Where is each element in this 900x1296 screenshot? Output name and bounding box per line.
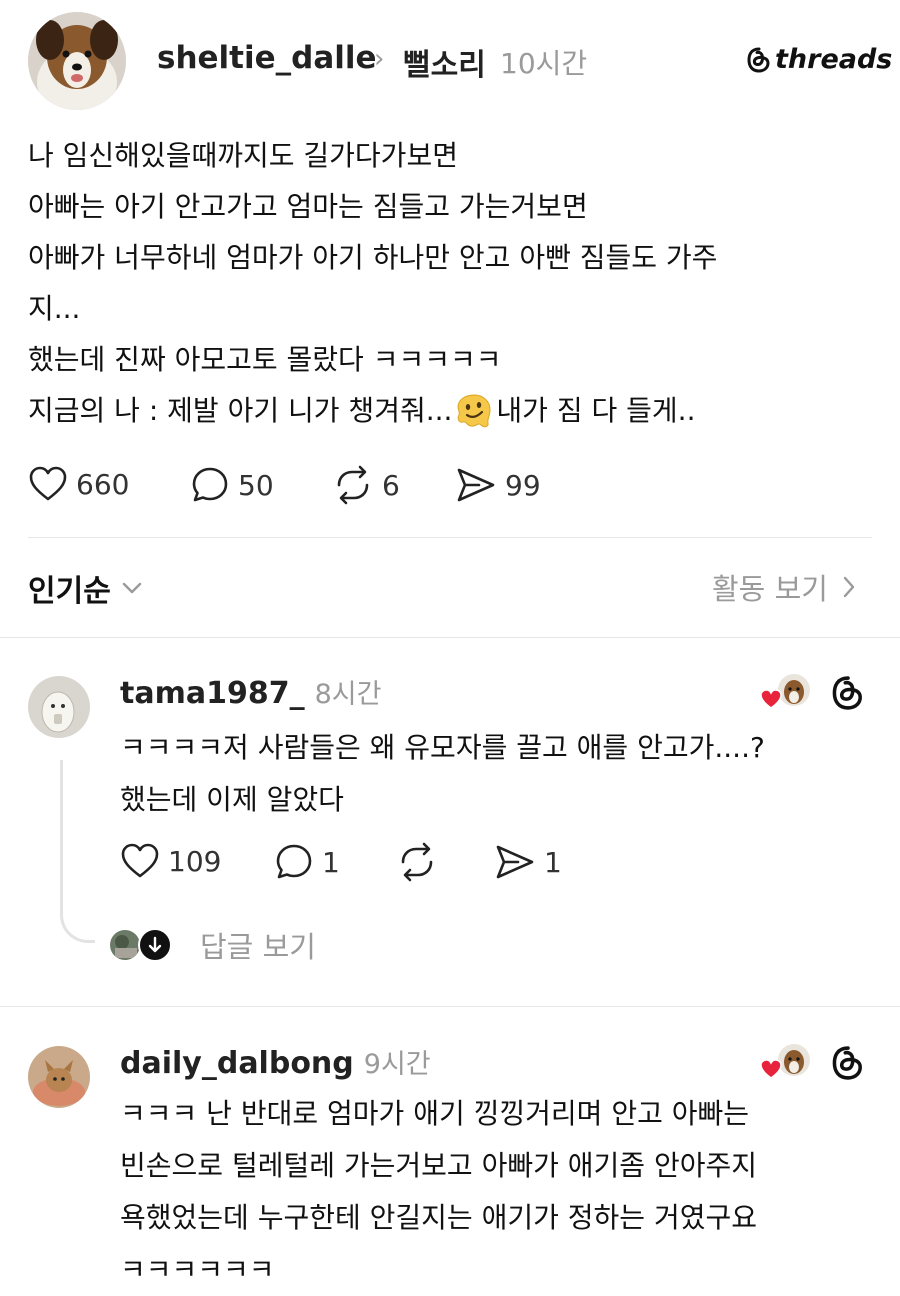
post-line: 아빠가 너무하네 엄마가 아기 하나만 안고 아빤 짐들도 가주 <box>28 241 718 274</box>
repost-icon <box>401 842 433 882</box>
comment-line: 했는데 이제 알았다 <box>120 783 344 816</box>
repost-count: 6 <box>382 468 400 502</box>
post-line: 지... <box>28 292 81 325</box>
comment-body: ㅋㅋㅋㅋ저 사람들은 왜 유모자를 끌고 애를 안고가....? 했는데 이제 … <box>120 722 765 826</box>
like-button[interactable]: 109 <box>120 842 221 880</box>
comment-avatar[interactable] <box>28 1046 90 1108</box>
share-count: 1 <box>544 845 562 879</box>
comment-time: 8시간 <box>314 679 382 710</box>
speech-bubble-icon <box>276 844 312 879</box>
view-activity-link[interactable]: 활동 보기 <box>712 566 856 608</box>
melting-face-emoji-icon <box>454 391 494 431</box>
comment-line: 욕했었는데 누구한테 안길지는 애기가 정하는 거였구요 <box>120 1201 757 1234</box>
comment-username[interactable]: tama1987_ <box>120 676 305 711</box>
view-replies-label: 답글 보기 <box>200 930 316 964</box>
post-body: 나 임신해있을때까지도 길가다가보면 아빠는 아기 안고가고 엄마는 짐들고 가… <box>28 130 868 436</box>
post-line: 아빠는 아기 안고가고 엄마는 짐들고 가는거보면 <box>28 190 588 223</box>
comment-line: 빈손으로 털레털레 가는거보고 아빠가 애기좀 안아주지 <box>120 1149 757 1182</box>
post-time: 10시간 <box>500 47 588 80</box>
share-count: 99 <box>505 468 541 502</box>
threads-logo-icon <box>747 47 770 73</box>
comment-time: 9시간 <box>363 1049 431 1080</box>
comment-button[interactable]: 1 <box>274 842 340 882</box>
like-count: 109 <box>168 844 222 878</box>
post-line-part: 지금의 나 : 제발 아기 니가 챙겨줘... <box>28 394 453 427</box>
chevron-right-icon <box>843 576 855 598</box>
comment-count: 50 <box>238 468 274 502</box>
divider <box>0 1006 900 1007</box>
comment-button[interactable]: 50 <box>190 465 274 505</box>
heart-icon <box>121 843 159 878</box>
heart-icon <box>29 466 67 501</box>
reply-avatar <box>108 928 142 962</box>
comment-line: ㅋㅋㅋㅋㅋㅋ <box>120 1253 275 1286</box>
like-button[interactable]: 660 <box>28 465 129 503</box>
threads-icon[interactable] <box>830 1044 866 1082</box>
view-replies-button[interactable]: 답글 보기 <box>108 924 316 966</box>
comment-count: 1 <box>322 845 340 879</box>
comment-header: daily_dalbong 9시간 <box>120 1042 431 1081</box>
chevron-down-icon <box>122 582 142 594</box>
post-line-part: 내가 짐 다 들게.. <box>496 394 696 427</box>
comment-body: ㅋㅋㅋ 난 반대로 엄마가 애기 낑낑거리며 안고 아빠는 빈손으로 털레털레 … <box>120 1088 757 1296</box>
comment-avatar[interactable] <box>28 676 90 738</box>
arrow-down-icon <box>138 928 172 962</box>
threads-logo: threads <box>746 44 892 75</box>
comment-username[interactable]: daily_dalbong <box>120 1046 354 1081</box>
speech-bubble-icon <box>192 467 228 502</box>
sort-dropdown[interactable]: 인기순 <box>28 566 143 610</box>
community-name[interactable]: 뻘소리 <box>403 40 486 84</box>
comment-line: ㅋㅋㅋㅋ저 사람들은 왜 유모자를 끌고 애를 안고가....? <box>120 731 765 764</box>
like-count: 660 <box>76 467 130 501</box>
comment-header: tama1987_ 8시간 <box>120 672 381 711</box>
post-author-avatar[interactable] <box>28 12 126 110</box>
post-line: 나 임신해있을때까지도 길가다가보면 <box>28 139 458 172</box>
post-line: 했는데 진짜 아모고토 몰랐다 ㅋㅋㅋㅋㅋ <box>28 343 502 376</box>
author-liked-indicator <box>760 672 812 712</box>
comment-line: ㅋㅋㅋ 난 반대로 엄마가 애기 낑낑거리며 안고 아빠는 <box>120 1097 750 1130</box>
send-icon <box>496 845 534 879</box>
thread-line <box>60 760 95 943</box>
send-icon <box>457 468 495 502</box>
threads-wordmark: threads <box>775 44 893 75</box>
share-button[interactable]: 1 <box>494 842 562 882</box>
repost-button[interactable] <box>396 842 446 882</box>
divider <box>0 637 900 638</box>
sort-label: 인기순 <box>28 574 111 609</box>
divider <box>28 537 872 538</box>
view-activity-label: 활동 보기 <box>712 572 828 606</box>
post-line: 지금의 나 : 제발 아기 니가 챙겨줘... 내가 짐 다 들게.. <box>28 385 868 436</box>
share-button[interactable]: 99 <box>455 465 541 505</box>
post-username[interactable]: sheltie_dalle <box>157 40 377 76</box>
chevron-right-icon: › <box>374 44 385 74</box>
repost-button[interactable]: 6 <box>332 465 400 505</box>
author-liked-indicator <box>760 1042 812 1082</box>
threads-icon[interactable] <box>830 674 866 712</box>
repost-icon <box>337 465 369 505</box>
